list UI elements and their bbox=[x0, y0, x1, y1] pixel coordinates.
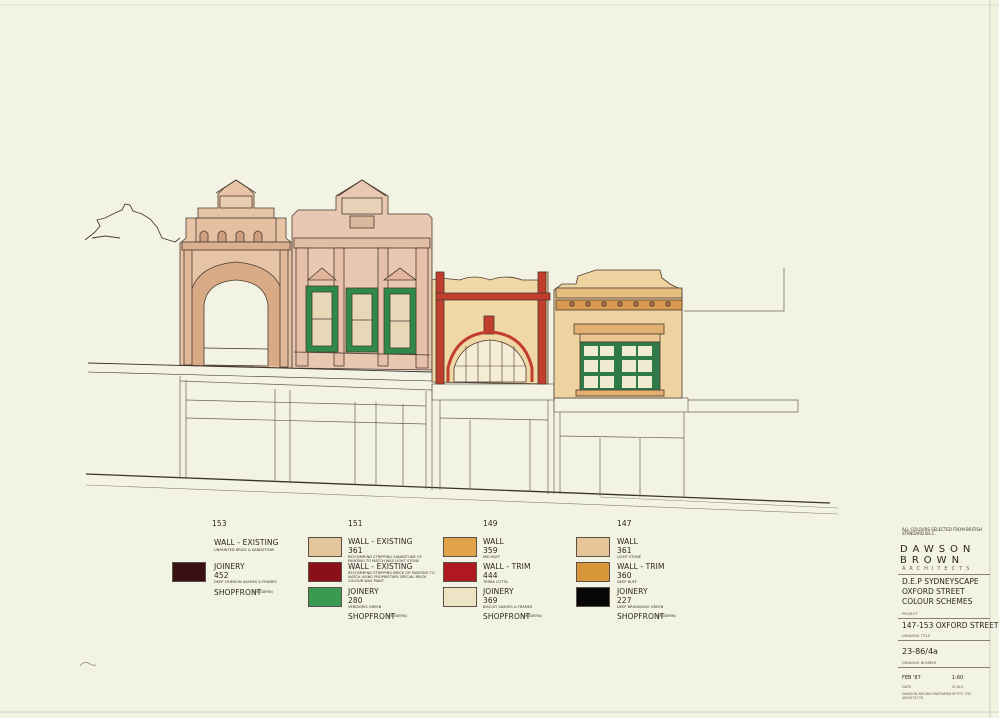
legend-151-shopfront-detail: (MODERN) bbox=[388, 614, 407, 618]
firm-subtitle: ARCHITECTS bbox=[902, 566, 974, 572]
legend-151-wall2-detail: RECOMMEND STRIPPING BRICK OR PAINTING TO… bbox=[348, 571, 435, 584]
legend-149-wall-name: WALL bbox=[483, 537, 504, 546]
title-divider-4 bbox=[898, 667, 990, 668]
title-divider-3 bbox=[898, 640, 990, 641]
legend-147-wall-name: WALL bbox=[617, 537, 638, 546]
swatch-149-trim bbox=[443, 562, 477, 582]
swatch-147-wall bbox=[576, 537, 610, 557]
legend-147-shopfront-detail: (MODERN) bbox=[657, 614, 676, 618]
legend-151-wall-name: WALL - EXISTING bbox=[348, 537, 413, 546]
title-divider-2 bbox=[898, 618, 990, 619]
legend-151-joinery-code: 280 bbox=[348, 596, 363, 605]
drawing-title-label: DRAWING TITLE bbox=[902, 634, 931, 638]
date-label: DATE bbox=[902, 685, 912, 689]
legend-153-joinery-code: 452 bbox=[214, 571, 229, 580]
drawing-sheet: 153 151 149 147 WALL - EXISTING UNPAINTE… bbox=[0, 0, 999, 718]
swatch-149-joinery bbox=[443, 587, 477, 607]
legend-147-joinery-name: JOINERY bbox=[617, 587, 648, 596]
project-title-2: OXFORD STREET bbox=[902, 587, 965, 596]
ground-lines bbox=[85, 362, 839, 515]
building-147 bbox=[553, 269, 683, 399]
legend-149-trim-name: WALL - TRIM bbox=[483, 562, 531, 571]
project-address: 147-153 OXFORD STREET bbox=[902, 621, 999, 630]
legend-151-wall-code: 361 bbox=[348, 546, 363, 555]
swatch-151-wall-stone bbox=[308, 537, 342, 557]
legend-147-trim-name: WALL - TRIM bbox=[617, 562, 665, 571]
scale-value: 1:60 bbox=[952, 675, 964, 681]
swatch-149-wall bbox=[443, 537, 477, 557]
legend-147-trim-code: 360 bbox=[617, 571, 632, 580]
legend-149-trim-detail: TERRA COTTA bbox=[483, 580, 508, 584]
legend-149-joinery-detail: BISCUIT SASHES & FRAMES bbox=[483, 605, 533, 609]
swatch-147-joinery bbox=[576, 587, 610, 607]
street-elevation bbox=[0, 0, 999, 718]
pencil-mark bbox=[79, 662, 97, 667]
legend-147-wall-code: 361 bbox=[617, 546, 632, 555]
drawing-number-label: DRAWING NUMBER bbox=[902, 661, 937, 665]
date-value: FEB '87 bbox=[902, 675, 921, 681]
legend-149-shopfront-detail: (MODERN) bbox=[523, 614, 542, 618]
legend-149-wall-code: 359 bbox=[483, 546, 498, 555]
legend-147-wall-detail: LIGHT STONE bbox=[617, 555, 642, 559]
legend-153-wall-name: WALL - EXISTING bbox=[214, 538, 279, 547]
scale-label: SCALE bbox=[952, 685, 964, 689]
building-153 bbox=[179, 179, 293, 369]
building-number-149: 149 bbox=[483, 519, 498, 528]
legend-147-joinery-code: 227 bbox=[617, 596, 632, 605]
building-149 bbox=[431, 271, 551, 385]
legend-149-trim-code: 444 bbox=[483, 571, 498, 580]
legend-153-wall-detail: UNPAINTED BRICK & SANDSTONE bbox=[214, 548, 275, 552]
project-title-1: D.E.P SYDNEYSCAPE bbox=[902, 577, 979, 586]
legend-147-trim-detail: DEEP BUFF bbox=[617, 580, 637, 584]
title-divider-1 bbox=[898, 574, 990, 575]
firm-name: DAWSON BROWN bbox=[900, 544, 976, 566]
project-title-3: COLOUR SCHEMES bbox=[902, 597, 973, 606]
building-number-153: 153 bbox=[212, 519, 227, 528]
swatch-151-joinery bbox=[308, 587, 342, 607]
legend-151-wall2-name: WALL - EXISTING bbox=[348, 562, 413, 571]
legend-149-joinery-code: 369 bbox=[483, 596, 498, 605]
legend-149-wall-detail: MID BUFF bbox=[483, 555, 501, 559]
legend-149-joinery-name: JOINERY bbox=[483, 587, 514, 596]
building-number-147: 147 bbox=[617, 519, 632, 528]
swatch-153-joinery bbox=[172, 562, 206, 582]
swatch-147-trim bbox=[576, 562, 610, 582]
drawing-number: 23-86/4a bbox=[902, 647, 938, 656]
legend-153-shopfront-detail: (MODERN) bbox=[254, 590, 273, 594]
building-number-151: 151 bbox=[348, 519, 363, 528]
legend-153-joinery-name: JOINERY bbox=[214, 562, 245, 571]
swatch-151-wall-brick bbox=[308, 562, 342, 582]
building-151 bbox=[291, 179, 433, 371]
legend-147-joinery-detail: DEEP BRUNSWICK GREEN bbox=[617, 605, 664, 609]
colour-note: ALL COLOURS SELECTED FROM BRITISH STANDA… bbox=[902, 527, 982, 537]
neighbour-outline-left bbox=[84, 203, 181, 243]
legend-151-joinery-detail: VERDIGRIS GREEN bbox=[348, 605, 382, 609]
firm-footer: DAWSON BROWN PARTNERSHIP PTY. LTD. ARCHI… bbox=[902, 692, 972, 700]
legend-153-joinery-detail: DEEP CRIMSON SASHES & FRAMES bbox=[214, 580, 277, 584]
legend-151-joinery-name: JOINERY bbox=[348, 587, 379, 596]
project-label: PROJECT bbox=[902, 612, 918, 616]
